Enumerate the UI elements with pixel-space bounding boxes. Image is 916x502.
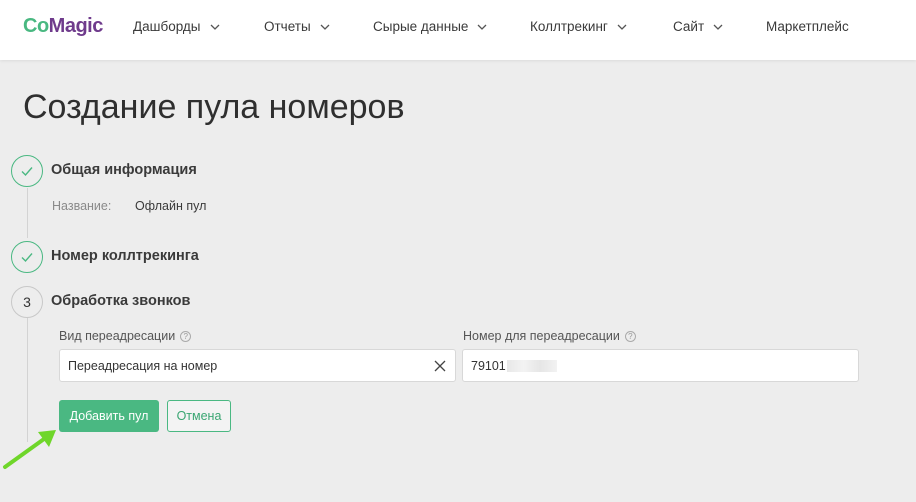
step-connector-line bbox=[27, 318, 28, 442]
redirect-number-field[interactable]: 79101 bbox=[462, 349, 859, 382]
check-icon bbox=[21, 167, 33, 177]
logo-part-co: Co bbox=[23, 15, 49, 37]
nav-item-raw-data[interactable]: Сырые данные bbox=[373, 19, 488, 34]
top-navigation-bar: CoMagic Дашборды Отчеты Сырые данные Кол… bbox=[0, 0, 916, 60]
nav-item-label: Коллтрекинг bbox=[530, 19, 608, 34]
redirect-type-label-text: Вид переадресации bbox=[59, 329, 176, 343]
chevron-down-icon bbox=[320, 24, 330, 30]
step-3-title: Обработка звонков bbox=[51, 293, 191, 309]
nav-item-label: Сырые данные bbox=[373, 19, 469, 34]
redirect-number-label: Номер для переадресации ? bbox=[463, 329, 636, 343]
redirect-type-value: Переадресация на номер bbox=[68, 358, 218, 373]
nav-item-label: Маркетплейс bbox=[766, 19, 849, 34]
nav-item-label: Дашборды bbox=[133, 19, 201, 34]
nav-item-marketplace[interactable]: Маркетплейс bbox=[766, 19, 849, 34]
pointer-arrow-icon bbox=[3, 430, 56, 469]
step-3-number-badge: 3 bbox=[11, 286, 43, 318]
pool-name-value: Офлайн пул bbox=[135, 199, 207, 213]
step-connector-line bbox=[27, 188, 28, 238]
chevron-down-icon bbox=[617, 24, 627, 30]
help-icon[interactable]: ? bbox=[624, 330, 636, 342]
redirect-type-select[interactable]: Переадресация на номер bbox=[59, 349, 456, 382]
help-icon[interactable]: ? bbox=[180, 330, 192, 342]
comagic-logo[interactable]: CoMagic bbox=[23, 15, 103, 38]
nav-item-label: Сайт bbox=[673, 19, 705, 34]
close-icon[interactable] bbox=[433, 359, 447, 373]
chevron-down-icon bbox=[210, 24, 219, 30]
pool-name-label: Название: bbox=[52, 199, 112, 213]
step-1-title[interactable]: Общая информация bbox=[51, 162, 197, 178]
redacted-digits bbox=[506, 359, 557, 372]
check-icon bbox=[21, 253, 33, 263]
nav-item-label: Отчеты bbox=[264, 19, 311, 34]
step-2-title[interactable]: Номер коллтрекинга bbox=[51, 248, 199, 264]
redirect-type-label: Вид переадресации ? bbox=[59, 329, 192, 343]
step-1-check-icon bbox=[11, 155, 43, 187]
redirect-number-value: 79101 bbox=[471, 358, 506, 373]
nav-item-site[interactable]: Сайт bbox=[673, 19, 724, 34]
step-2-check-icon bbox=[11, 241, 43, 273]
add-pool-button[interactable]: Добавить пул bbox=[59, 400, 159, 432]
chevron-down-icon bbox=[477, 24, 487, 30]
page-title: Создание пула номеров bbox=[23, 88, 405, 126]
chevron-down-icon bbox=[713, 24, 723, 30]
logo-part-magic: Magic bbox=[48, 15, 104, 37]
nav-item-calltracking[interactable]: Коллтрекинг bbox=[530, 19, 628, 34]
redirect-number-label-text: Номер для переадресации bbox=[463, 329, 620, 343]
nav-item-dashboards[interactable]: Дашборды bbox=[133, 19, 221, 34]
nav-item-reports[interactable]: Отчеты bbox=[264, 19, 331, 34]
cancel-button[interactable]: Отмена bbox=[167, 400, 231, 432]
